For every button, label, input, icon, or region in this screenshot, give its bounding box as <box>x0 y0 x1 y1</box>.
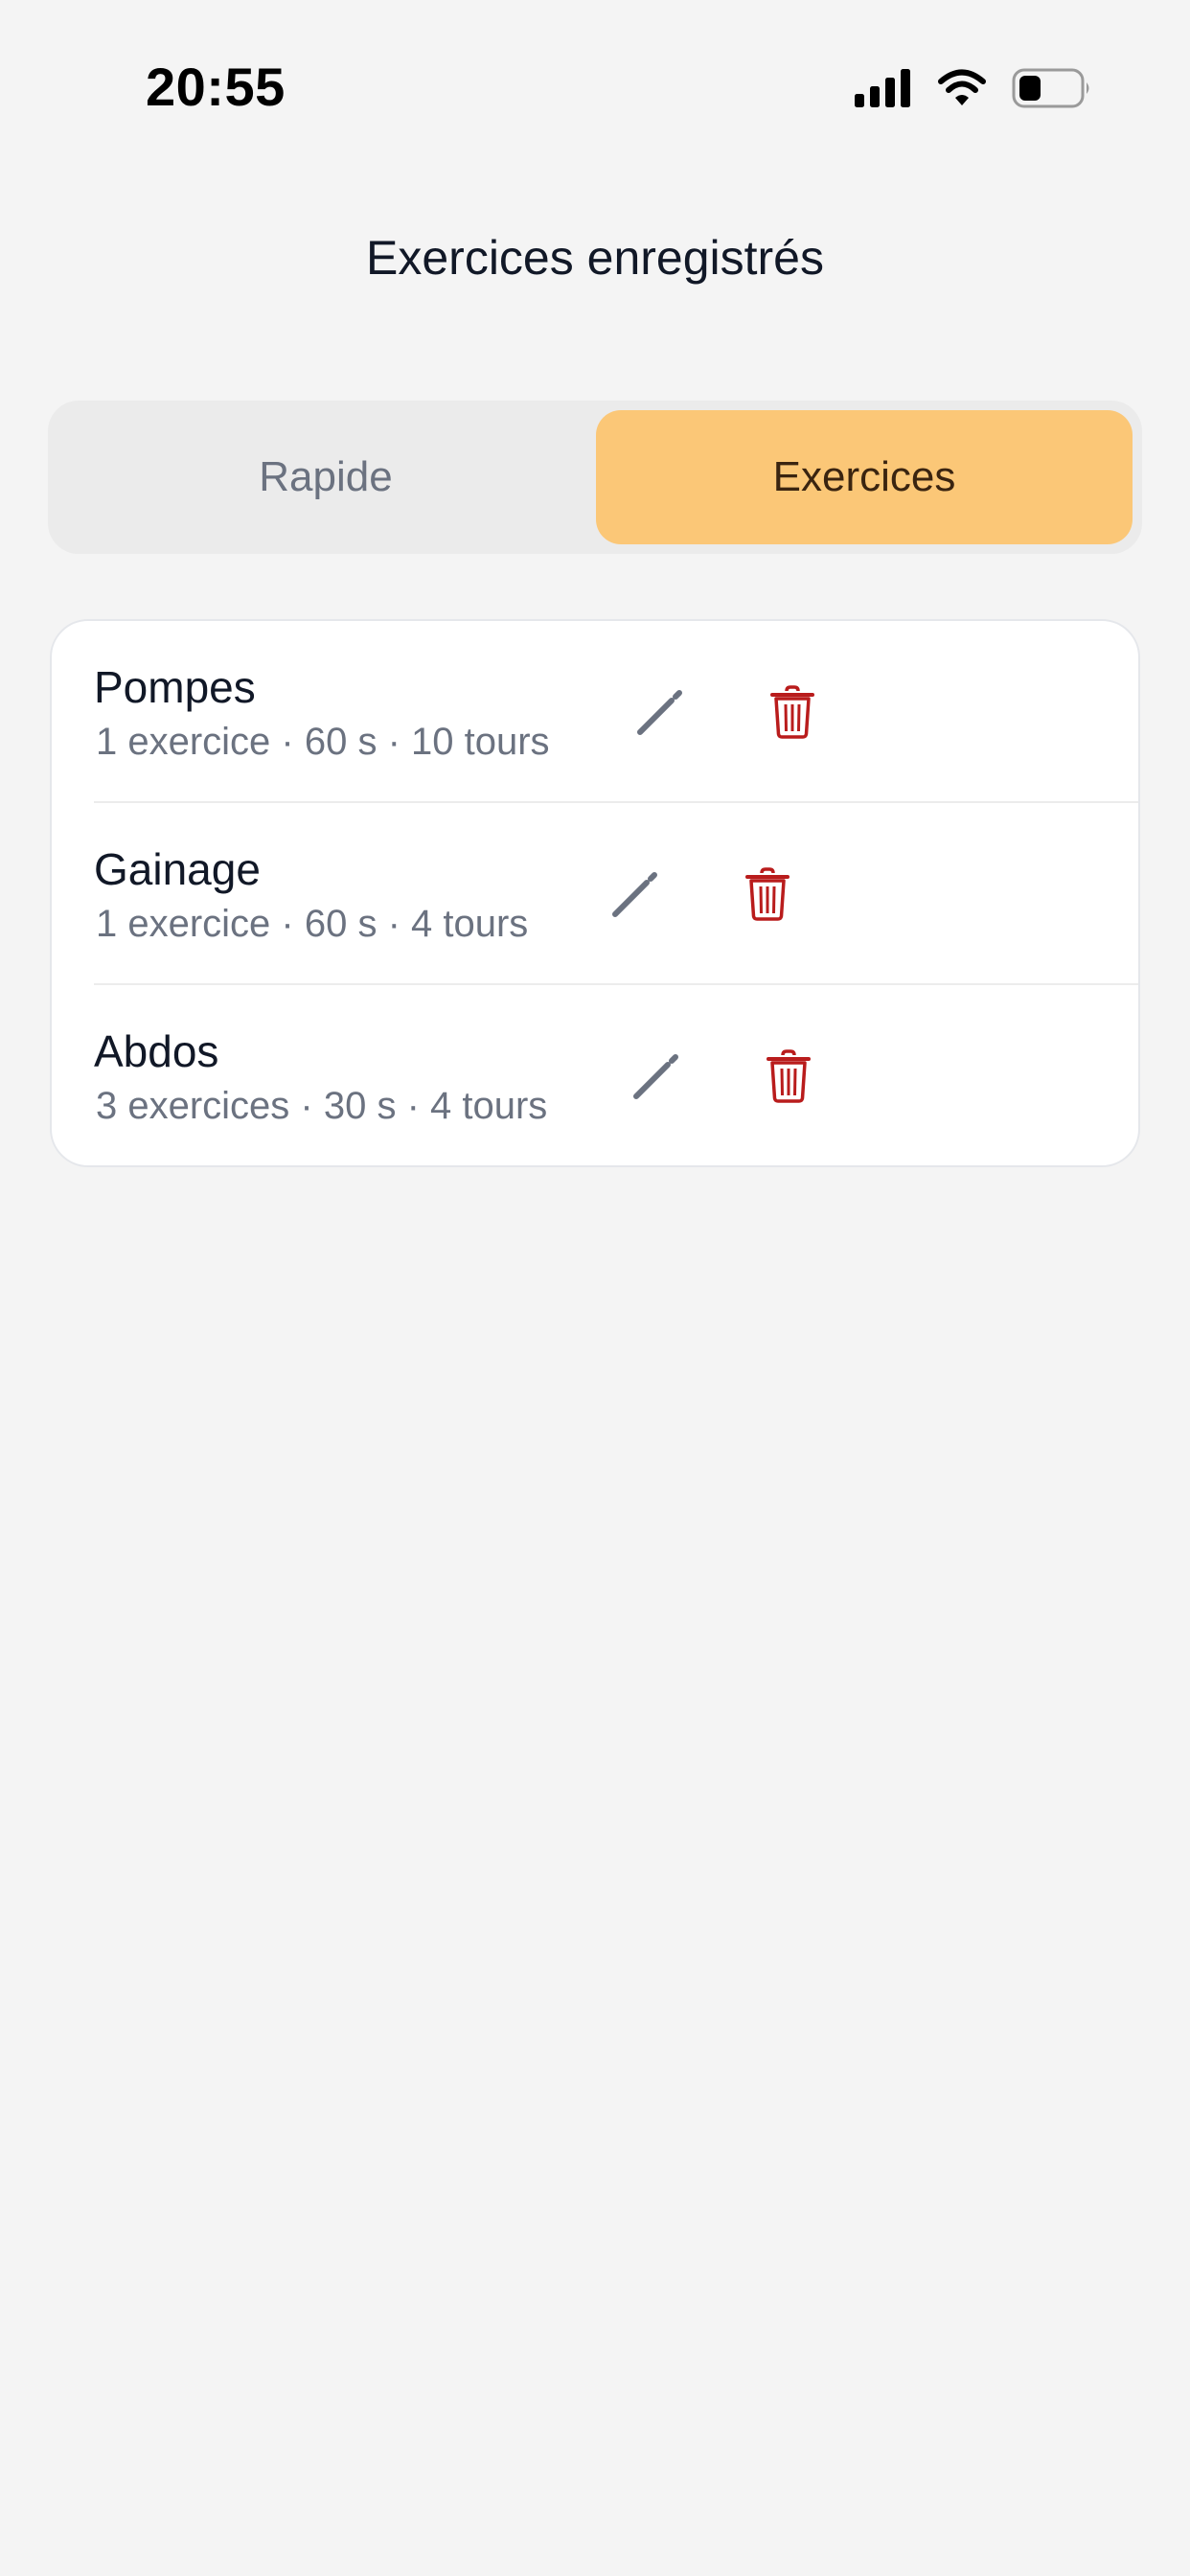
delete-button[interactable] <box>755 1043 822 1110</box>
status-time: 20:55 <box>146 57 286 117</box>
list-item[interactable]: Pompes 1 exercice · 60 s · 10 tours <box>52 621 1138 803</box>
trash-icon <box>766 1049 812 1103</box>
row-actions <box>627 678 826 746</box>
battery-icon <box>1012 68 1092 108</box>
tab-rapide[interactable]: Rapide <box>57 410 594 544</box>
workout-name: Gainage <box>94 844 261 894</box>
pencil-icon <box>633 685 687 739</box>
pencil-icon <box>629 1049 683 1103</box>
page-title: Exercices enregistrés <box>366 231 824 285</box>
row-actions <box>602 861 801 928</box>
edit-button[interactable] <box>627 678 694 746</box>
workout-details: 3 exercices · 30 s · 4 tours <box>96 1085 548 1127</box>
wifi-icon <box>937 69 987 107</box>
segmented-control: Rapide Exercices <box>48 401 1142 554</box>
signal-icon <box>855 69 912 107</box>
status-icons <box>855 65 1092 111</box>
trash-icon <box>769 685 815 739</box>
workout-details: 1 exercice · 60 s · 10 tours <box>96 721 550 763</box>
row-actions <box>623 1043 822 1110</box>
status-bar: 20:55 <box>0 0 1190 144</box>
delete-button[interactable] <box>734 861 801 928</box>
edit-button[interactable] <box>602 861 669 928</box>
trash-icon <box>744 867 790 921</box>
workout-name: Abdos <box>94 1026 219 1076</box>
workout-details: 1 exercice · 60 s · 4 tours <box>96 903 529 945</box>
workout-name: Pompes <box>94 662 256 712</box>
list-item[interactable]: Gainage 1 exercice · 60 s · 4 tours <box>52 803 1138 985</box>
edit-button[interactable] <box>623 1043 690 1110</box>
list-item[interactable]: Abdos 3 exercices · 30 s · 4 tours <box>52 985 1138 1165</box>
tab-exercices[interactable]: Exercices <box>596 410 1133 544</box>
delete-button[interactable] <box>759 678 826 746</box>
saved-workouts-list: Pompes 1 exercice · 60 s · 10 tours Gain… <box>50 619 1140 1167</box>
pencil-icon <box>608 867 662 921</box>
